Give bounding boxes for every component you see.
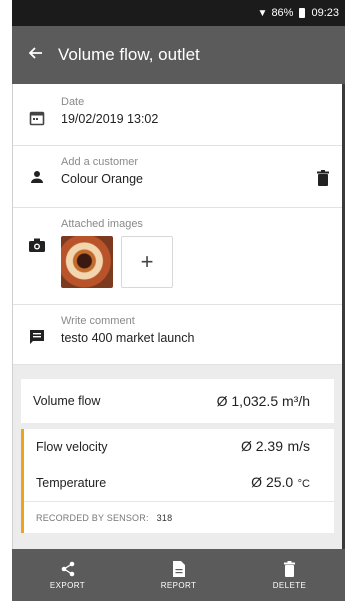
temperature-label: Temperature (36, 476, 107, 490)
measurement-results: Volume flow Ø 1,032.5 m³/h Flow velocity… (13, 365, 342, 549)
battery-icon (299, 8, 306, 18)
temperature-unit: °C (297, 478, 310, 490)
delete-label: DELETE (272, 580, 307, 590)
screen: ▼ 86% 09:23 Volume flow, outlet Date 19/… (0, 0, 345, 601)
customer-row[interactable]: Add a customer Colour Orange (13, 146, 342, 208)
flow-velocity-row: Flow velocity Ø 2.39 m/s (24, 429, 334, 465)
temperature-value: Ø 25.0 (251, 474, 294, 490)
date-label: Date (61, 96, 85, 108)
flow-velocity-unit: m/s (287, 438, 310, 454)
camera-icon (13, 218, 61, 304)
volume-flow-value: Ø 1,032.5 m³/h (216, 393, 310, 409)
sensor-footer: RECORDED BY SENSOR: 318 (24, 501, 334, 533)
date-value: 19/02/2019 13:02 (61, 112, 159, 126)
clock: 09:23 (311, 7, 339, 19)
page-title: Volume flow, outlet (58, 45, 200, 64)
flow-velocity-label: Flow velocity (36, 440, 108, 454)
document-icon (172, 560, 185, 577)
customer-label: Add a customer (61, 156, 139, 168)
temperature-row: Temperature Ø 25.0 °C (24, 465, 334, 501)
recorded-by-label: RECORDED BY SENSOR: (36, 512, 149, 523)
export-button[interactable]: EXPORT (23, 561, 113, 590)
attached-images-label: Attached images (61, 218, 143, 230)
wifi-icon: ▼ (257, 7, 268, 19)
sensor-number: 318 (156, 512, 173, 523)
trash-icon (284, 560, 295, 577)
customer-value: Colour Orange (61, 172, 143, 186)
comment-label: Write comment (61, 315, 135, 327)
comment-value: testo 400 market launch (61, 331, 195, 345)
report-button[interactable]: REPORT (134, 560, 224, 590)
date-row[interactable]: Date 19/02/2019 13:02 (13, 84, 342, 146)
image-thumbnail[interactable] (61, 236, 113, 288)
volume-flow-label: Volume flow (33, 394, 101, 408)
add-image-button[interactable]: + (121, 236, 173, 288)
volume-flow-card: Volume flow Ø 1,032.5 m³/h (21, 379, 334, 423)
comment-icon (13, 315, 61, 364)
status-bar: ▼ 86% 09:23 (12, 0, 345, 26)
bottom-action-bar: EXPORT REPORT DELETE (12, 549, 345, 601)
delete-button[interactable]: DELETE (245, 560, 335, 590)
attached-images-row: Attached images + (13, 208, 342, 305)
remove-customer-trash-icon[interactable] (304, 156, 342, 207)
left-margin (0, 0, 12, 601)
report-label: REPORT (160, 580, 197, 590)
person-icon (13, 156, 61, 207)
calendar-icon (13, 96, 61, 145)
measurement-detail: Date 19/02/2019 13:02 Add a customer Col… (13, 84, 342, 549)
back-arrow-icon[interactable] (12, 26, 58, 84)
flow-velocity-value: Ø 2.39 (240, 438, 283, 454)
recorded-values-card: Flow velocity Ø 2.39 m/s Temperature Ø 2… (21, 429, 334, 533)
export-label: EXPORT (49, 580, 86, 590)
comment-row[interactable]: Write comment testo 400 market launch (13, 305, 342, 365)
app-bar: Volume flow, outlet (12, 26, 345, 84)
back-arrow-glyph (28, 47, 42, 59)
battery-percent: 86% (271, 7, 294, 19)
share-icon (61, 561, 74, 576)
